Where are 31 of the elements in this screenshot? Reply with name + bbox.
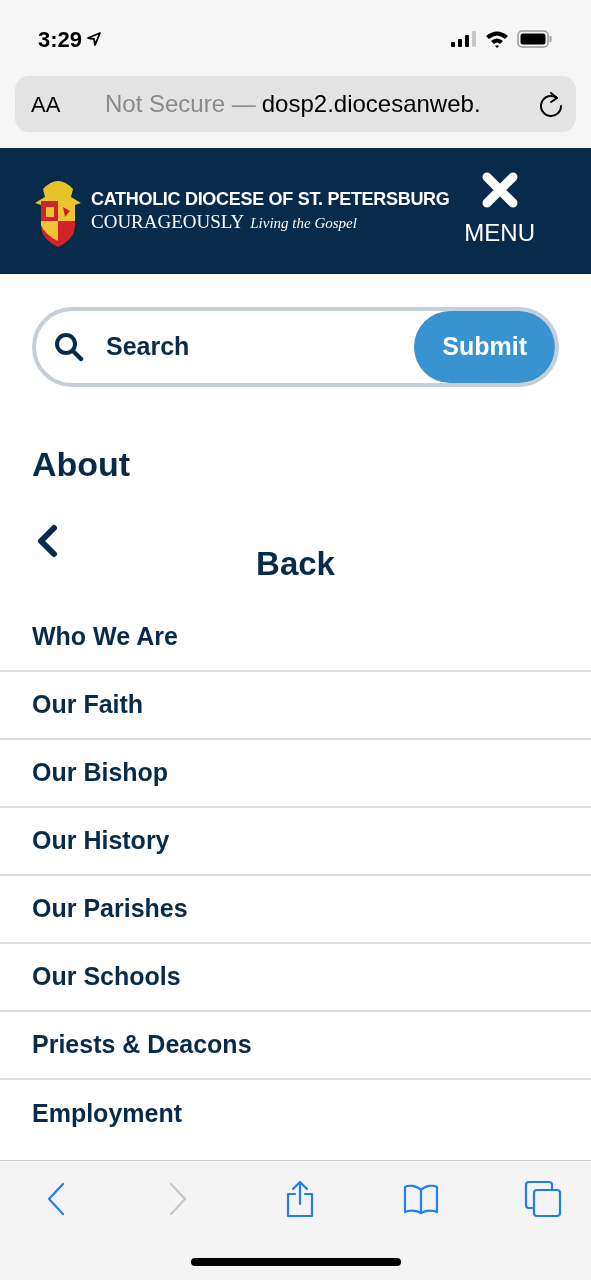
forward-icon <box>167 1182 188 1216</box>
menu-item[interactable]: Priests & Deacons <box>32 1026 252 1064</box>
tagline: COURAGEOUSLY <box>91 209 245 234</box>
menu-item[interactable]: Our Parishes <box>32 890 188 928</box>
search-icon <box>54 332 84 362</box>
menu-item[interactable]: Who We Are <box>32 618 178 656</box>
battery-icon <box>517 30 553 48</box>
menu-close-button[interactable]: MENU <box>464 171 535 251</box>
signal-icon <box>451 31 477 47</box>
diocese-title: CATHOLIC DIOCESE OF ST. PETERSBURG <box>91 187 451 210</box>
menu-item[interactable]: Our History <box>32 822 170 860</box>
text-size-button[interactable]: AA <box>31 87 79 121</box>
clock-time: 3:29 <box>38 25 83 54</box>
tabs-button[interactable] <box>523 1179 563 1219</box>
url-text[interactable]: dosp2.diocesanweb. <box>261 86 481 122</box>
menu-item[interactable]: Our Faith <box>32 686 144 724</box>
menu-item[interactable]: Our Bishop <box>32 754 169 792</box>
security-label: Not Secure — <box>105 89 256 119</box>
tagline-script: Living the Gospel <box>250 213 357 233</box>
wifi-icon <box>485 30 509 48</box>
back-chevron-icon[interactable] <box>35 524 59 558</box>
menu-item[interactable]: Employment <box>32 1095 183 1133</box>
reload-icon[interactable] <box>538 90 564 118</box>
close-icon <box>480 171 519 209</box>
tabs-icon <box>524 1180 562 1218</box>
book-icon <box>403 1184 440 1214</box>
section-title: About <box>32 444 131 485</box>
location-arrow-icon <box>86 31 103 47</box>
menu-item[interactable]: Our Schools <box>32 958 181 996</box>
back-icon <box>46 1182 66 1216</box>
back-button[interactable]: Back <box>256 539 335 589</box>
